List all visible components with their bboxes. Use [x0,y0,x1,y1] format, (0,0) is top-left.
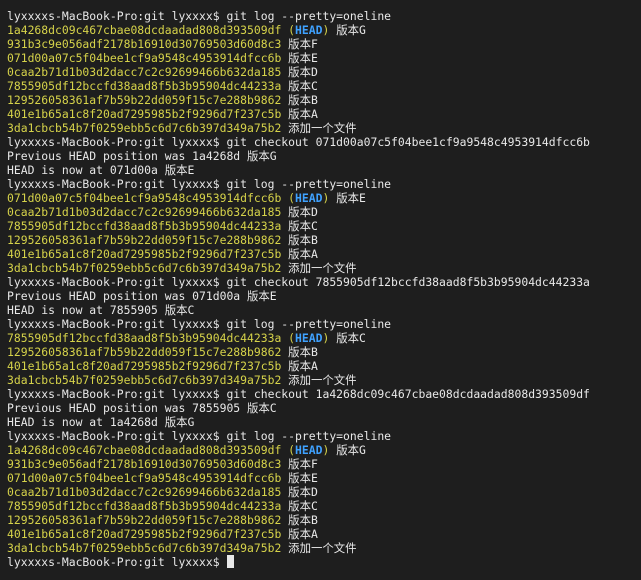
commit-message: 版本C [288,499,318,513]
commit-hash: 3da1cbcb54b7f0259ebb5c6d7c6b397d349a75b2 [7,373,282,387]
commit-message: 版本B [288,93,318,107]
command-line: lyxxxxs-MacBook-Pro:git lyxxxx$ git chec… [7,135,590,149]
log-line: 401e1b65a1c8f20ad7295985b2f9296d7f237c5b… [7,359,634,373]
commit-hash: 401e1b65a1c8f20ad7295985b2f9296d7f237c5b [7,527,282,541]
output-line: Previous HEAD position was 071d00a 版本E [7,289,277,303]
log-line: 3da1cbcb54b7f0259ebb5c6d7c6b397d349a75b2… [7,373,634,387]
log-line: 071d00a07c5f04bee1cf9a9548c4953914dfcc6b… [7,191,366,205]
log-line: 401e1b65a1c8f20ad7295985b2f9296d7f237c5b… [7,527,634,541]
commit-hash: 401e1b65a1c8f20ad7295985b2f9296d7f237c5b [7,247,282,261]
commit-message: 版本A [288,107,318,121]
command-line: lyxxxxs-MacBook-Pro:git lyxxxx$ git log … [7,429,392,443]
log-line: 0caa2b71d1b03d2dacc7c2c92699466b632da185… [7,205,634,219]
command-line: lyxxxxs-MacBook-Pro:git lyxxxx$ git chec… [7,387,590,401]
commit-hash: 071d00a07c5f04bee1cf9a9548c4953914dfcc6b [7,471,282,485]
log-line: 129526058361af7b59b22dd059f15c7e288b9862… [7,513,634,527]
commit-message: 版本B [288,233,318,247]
output-line: Previous HEAD position was 1a4268d 版本G [7,149,277,163]
commit-message: 版本F [288,37,318,51]
commit-message: 添加一个文件 [288,373,357,387]
log-line: 071d00a07c5f04bee1cf9a9548c4953914dfcc6b… [7,51,634,65]
head-pointer-label: HEAD [295,443,323,457]
commit-hash: 071d00a07c5f04bee1cf9a9548c4953914dfcc6b [7,191,282,205]
command-line: lyxxxxs-MacBook-Pro:git lyxxxx$ git log … [7,177,392,191]
commit-hash: 931b3c9e056adf2178b16910d30769503d60d8c3 [7,37,282,51]
commit-hash: 1a4268dc09c467cbae08dcdaadad808d393509df [7,23,282,37]
commit-hash: 129526058361af7b59b22dd059f15c7e288b9862 [7,233,282,247]
log-line: 0caa2b71d1b03d2dacc7c2c92699466b632da185… [7,485,634,499]
log-line: 7855905df12bccfd38aad8f5b3b95904dc44233a… [7,499,634,513]
commit-message: 版本E [336,191,366,205]
command-line: lyxxxxs-MacBook-Pro:git lyxxxx$ git log … [7,9,392,23]
log-line: 401e1b65a1c8f20ad7295985b2f9296d7f237c5b… [7,107,634,121]
log-line: 129526058361af7b59b22dd059f15c7e288b9862… [7,233,634,247]
commit-hash: 7855905df12bccfd38aad8f5b3b95904dc44233a [7,79,282,93]
commit-hash: 7855905df12bccfd38aad8f5b3b95904dc44233a [7,499,282,513]
log-line: 3da1cbcb54b7f0259ebb5c6d7c6b397d349a75b2… [7,121,634,135]
log-line: 401e1b65a1c8f20ad7295985b2f9296d7f237c5b… [7,247,634,261]
text-cursor[interactable] [227,555,235,568]
head-pointer-label: HEAD [295,23,323,37]
commit-hash: 071d00a07c5f04bee1cf9a9548c4953914dfcc6b [7,51,282,65]
commit-hash: 7855905df12bccfd38aad8f5b3b95904dc44233a [7,219,282,233]
command-line: lyxxxxs-MacBook-Pro:git lyxxxx$ git log … [7,317,392,331]
commit-message: 版本B [288,513,318,527]
log-line: 129526058361af7b59b22dd059f15c7e288b9862… [7,345,634,359]
output-line: HEAD is now at 7855905 版本C [7,303,195,317]
commit-hash: 401e1b65a1c8f20ad7295985b2f9296d7f237c5b [7,359,282,373]
log-line: 071d00a07c5f04bee1cf9a9548c4953914dfcc6b… [7,471,634,485]
output-line: HEAD is now at 071d00a 版本E [7,163,195,177]
head-pointer-label: HEAD [295,331,323,345]
commit-hash: 0caa2b71d1b03d2dacc7c2c92699466b632da185 [7,205,282,219]
commit-hash: 129526058361af7b59b22dd059f15c7e288b9862 [7,345,282,359]
log-line: 3da1cbcb54b7f0259ebb5c6d7c6b397d349a75b2… [7,541,634,555]
commit-message: 版本A [288,359,318,373]
shell-prompt: lyxxxxs-MacBook-Pro:git lyxxxx$ [7,555,634,569]
commit-message: 版本A [288,527,318,541]
commit-message: 版本E [288,471,318,485]
commit-message: 版本G [336,443,366,457]
output-line: Previous HEAD position was 7855905 版本C [7,401,277,415]
log-line: 931b3c9e056adf2178b16910d30769503d60d8c3… [7,37,634,51]
head-pointer-label: HEAD [295,191,323,205]
output-line: HEAD is now at 1a4268d 版本G [7,415,195,429]
commit-hash: 3da1cbcb54b7f0259ebb5c6d7c6b397d349a75b2 [7,541,282,555]
commit-message: 版本C [336,331,366,345]
commit-hash: 3da1cbcb54b7f0259ebb5c6d7c6b397d349a75b2 [7,261,282,275]
commit-hash: 0caa2b71d1b03d2dacc7c2c92699466b632da185 [7,485,282,499]
commit-message: 版本D [288,205,318,219]
commit-message: 版本G [336,23,366,37]
commit-message: 添加一个文件 [288,261,357,275]
prompt-text: lyxxxxs-MacBook-Pro:git lyxxxx$ [7,555,227,569]
terminal-window[interactable]: lyxxxxs-MacBook-Pro:git lyxxxx$ git log … [0,0,641,580]
commit-message: 版本D [288,65,318,79]
commit-message: 版本C [288,219,318,233]
commit-message: 版本B [288,345,318,359]
commit-hash: 0caa2b71d1b03d2dacc7c2c92699466b632da185 [7,65,282,79]
commit-message: 版本A [288,247,318,261]
commit-hash: 1a4268dc09c467cbae08dcdaadad808d393509df [7,443,282,457]
commit-message: 添加一个文件 [288,541,357,555]
log-line: 7855905df12bccfd38aad8f5b3b95904dc44233a… [7,331,366,345]
commit-message: 添加一个文件 [288,121,357,135]
commit-message: 版本D [288,485,318,499]
commit-message: 版本C [288,79,318,93]
log-line: 1a4268dc09c467cbae08dcdaadad808d393509df… [7,23,366,37]
commit-message: 版本F [288,457,318,471]
log-line: 129526058361af7b59b22dd059f15c7e288b9862… [7,93,634,107]
commit-hash: 129526058361af7b59b22dd059f15c7e288b9862 [7,513,282,527]
commit-hash: 129526058361af7b59b22dd059f15c7e288b9862 [7,93,282,107]
commit-message: 版本E [288,51,318,65]
log-line: 7855905df12bccfd38aad8f5b3b95904dc44233a… [7,219,634,233]
commit-hash: 3da1cbcb54b7f0259ebb5c6d7c6b397d349a75b2 [7,121,282,135]
log-line: 1a4268dc09c467cbae08dcdaadad808d393509df… [7,443,366,457]
commit-hash: 7855905df12bccfd38aad8f5b3b95904dc44233a [7,331,282,345]
log-line: 0caa2b71d1b03d2dacc7c2c92699466b632da185… [7,65,634,79]
log-line: 931b3c9e056adf2178b16910d30769503d60d8c3… [7,457,634,471]
commit-hash: 931b3c9e056adf2178b16910d30769503d60d8c3 [7,457,282,471]
commit-hash: 401e1b65a1c8f20ad7295985b2f9296d7f237c5b [7,107,282,121]
command-line: lyxxxxs-MacBook-Pro:git lyxxxx$ git chec… [7,275,590,289]
log-line: 3da1cbcb54b7f0259ebb5c6d7c6b397d349a75b2… [7,261,634,275]
log-line: 7855905df12bccfd38aad8f5b3b95904dc44233a… [7,79,634,93]
